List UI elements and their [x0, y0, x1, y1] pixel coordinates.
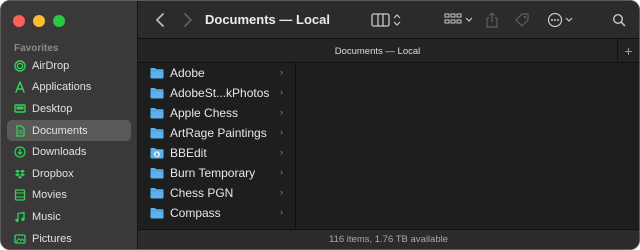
file-name: Adobe [170, 66, 205, 80]
sidebar-item-downloads[interactable]: Downloads [7, 141, 131, 163]
sidebar-list: AirDrop Applications Desktop Documents D… [7, 55, 131, 249]
download-icon [14, 146, 26, 158]
list-item[interactable]: Apple Chess › [138, 103, 295, 123]
sidebar-item-label: Music [32, 210, 61, 223]
forward-button[interactable] [180, 11, 196, 29]
list-item[interactable]: Burn Temporary › [138, 163, 295, 183]
music-icon [14, 211, 26, 223]
share-button[interactable] [484, 11, 500, 29]
folder-icon [150, 127, 164, 139]
file-name: Burn Temporary [170, 166, 256, 180]
action-menu-button[interactable] [547, 11, 575, 29]
list-item[interactable]: AdobeSt...kPhotos › [138, 83, 295, 103]
list-item[interactable]: Chess PGN › [138, 183, 295, 203]
chevron-left-icon [155, 13, 164, 27]
sidebar-item-label: Pictures [32, 232, 72, 245]
sidebar-item-pictures[interactable]: Pictures [7, 228, 131, 249]
file-name: BBEdit [170, 146, 207, 160]
grid-icon [444, 13, 473, 24]
sidebar-item-label: Applications [32, 81, 92, 94]
chevron-right-icon: › [280, 187, 283, 197]
list-item[interactable]: Compass › [138, 203, 295, 223]
file-name: AdobeSt...kPhotos [170, 86, 270, 100]
toolbar: Documents — Local [138, 1, 639, 39]
list-item[interactable]: ArtRage Paintings › [138, 123, 295, 143]
pictures-icon [14, 233, 26, 245]
window-controls [13, 15, 65, 27]
folder-icon [150, 87, 164, 99]
list-item[interactable]: Adobe › [138, 63, 295, 83]
sidebar-item-dropbox[interactable]: Dropbox [7, 163, 131, 185]
sidebar-item-label: Downloads [32, 146, 87, 159]
sidebar-item-documents[interactable]: Documents [7, 119, 131, 142]
zoom-button[interactable] [53, 15, 65, 27]
desktop-icon [14, 103, 26, 115]
search-icon [612, 13, 626, 27]
folder-icon [150, 207, 164, 219]
new-tab-button[interactable]: + [617, 39, 639, 63]
view-mode-button[interactable] [371, 11, 405, 29]
tab-documents[interactable]: Documents — Local [138, 46, 617, 57]
sidebar-item-label: Movies [32, 189, 67, 202]
chevron-right-icon: › [280, 67, 283, 77]
share-icon [486, 12, 498, 28]
chevron-right-icon: › [280, 107, 283, 117]
sidebar-item-label: Desktop [32, 102, 73, 115]
file-column: Adobe › AdobeSt...kPhotos › Apple Chess … [138, 63, 296, 231]
window-title: Documents — Local [205, 12, 330, 27]
svg-text:b: b [156, 152, 159, 157]
folder-icon [150, 67, 164, 79]
bbedit-folder-icon: b [150, 147, 164, 159]
chevron-right-icon [184, 13, 193, 27]
tags-button[interactable] [513, 11, 531, 29]
sidebar-item-label: Dropbox [32, 167, 74, 180]
folder-icon [150, 167, 164, 179]
file-name: Chess PGN [170, 186, 234, 200]
search-button[interactable] [611, 11, 627, 29]
sidebar: Favorites AirDrop Applications Desktop D… [1, 1, 138, 249]
ellipsis-circle-icon [547, 12, 573, 28]
dropbox-icon [14, 168, 26, 180]
close-button[interactable] [13, 15, 25, 27]
folder-icon [150, 107, 164, 119]
file-name: Apple Chess [170, 106, 239, 120]
sidebar-item-applications[interactable]: Applications [7, 77, 131, 99]
tag-icon [515, 13, 529, 27]
back-button[interactable] [152, 11, 168, 29]
movies-icon [14, 189, 26, 202]
minimize-button[interactable] [33, 15, 45, 27]
tab-bar: Documents — Local + [138, 39, 639, 63]
sidebar-item-airdrop[interactable]: AirDrop [7, 55, 131, 77]
sidebar-item-label: Documents [32, 124, 88, 137]
document-icon [14, 124, 26, 137]
sidebar-item-music[interactable]: Music [7, 206, 131, 228]
chevron-right-icon: › [280, 167, 283, 177]
folder-icon [150, 187, 164, 199]
empty-column [296, 63, 639, 231]
column-view-icon [371, 13, 401, 27]
applications-icon [14, 81, 26, 94]
group-button[interactable] [444, 11, 474, 29]
sidebar-item-desktop[interactable]: Desktop [7, 98, 131, 120]
chevron-right-icon: › [280, 147, 283, 157]
airdrop-icon [14, 60, 26, 72]
chevron-right-icon: › [280, 207, 283, 217]
list-item[interactable]: b BBEdit › [138, 143, 295, 163]
file-name: Compass [170, 206, 221, 220]
sidebar-item-label: AirDrop [32, 59, 70, 72]
file-name: ArtRage Paintings [170, 126, 267, 140]
chevron-right-icon: › [280, 87, 283, 97]
sidebar-item-movies[interactable]: Movies [7, 185, 131, 207]
chevron-right-icon: › [280, 127, 283, 137]
sidebar-section-title: Favorites [14, 43, 59, 54]
status-bar: 116 items, 1.76 TB available [138, 229, 639, 249]
finder-window: Favorites AirDrop Applications Desktop D… [0, 0, 640, 250]
